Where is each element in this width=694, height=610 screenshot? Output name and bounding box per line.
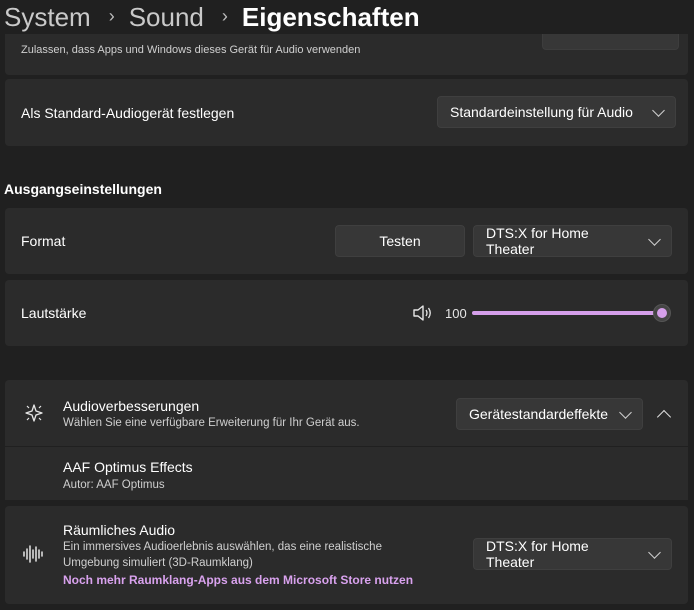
spatial-title: Räumliches Audio: [63, 522, 176, 538]
format-value: DTS:X for Home Theater: [486, 225, 589, 257]
spatial-value: DTS:X for Home Theater: [486, 538, 589, 570]
enhancements-card: Audioverbesserungen Wählen Sie eine verf…: [5, 380, 688, 446]
allow-apps-button[interactable]: [542, 34, 679, 50]
sparkle-icon: [25, 404, 43, 422]
chevron-up-icon: [656, 409, 672, 424]
effect-card: AAF Optimus Effects Autor: AAF Optimus: [5, 447, 688, 500]
effect-author: Autor: AAF Optimus: [63, 479, 165, 491]
enhancements-value: Gerätestandardeffekte: [469, 406, 609, 422]
default-device-card: Als Standard-Audiogerät festlegen Standa…: [5, 79, 688, 146]
chevron-right-icon: ›: [108, 5, 115, 26]
default-device-label: Als Standard-Audiogerät festlegen: [21, 105, 235, 121]
breadcrumb-sound[interactable]: Sound: [129, 2, 204, 33]
volume-slider-thumb-dot: [657, 308, 667, 318]
speaker-icon[interactable]: [412, 303, 434, 323]
spatial-description-2: Umgebung simuliert (3D-Raumklang): [63, 557, 253, 569]
default-device-value: Standardeinstellung für Audio: [450, 104, 633, 120]
section-title-output: Ausgangseinstellungen: [4, 181, 162, 197]
test-button[interactable]: Testen: [335, 225, 465, 257]
format-dropdown[interactable]: DTS:X for Home Theater: [473, 225, 672, 257]
effect-title: AAF Optimus Effects: [63, 459, 193, 475]
spatial-dropdown[interactable]: DTS:X for Home Theater: [473, 538, 672, 570]
allow-apps-text: Zulassen, dass Apps und Windows dieses G…: [21, 44, 361, 56]
chevron-down-icon: [648, 232, 661, 246]
collapse-button[interactable]: [654, 404, 674, 424]
volume-slider-thumb[interactable]: [653, 304, 671, 322]
format-label: Format: [21, 233, 66, 249]
chevron-down-icon: [648, 545, 661, 559]
store-link[interactable]: Noch mehr Raumklang-Apps aus dem Microso…: [63, 573, 413, 587]
chevron-down-icon: [652, 103, 665, 117]
volume-slider-track[interactable]: [472, 311, 662, 315]
page-title: Eigenschaften: [241, 1, 420, 32]
chevron-down-icon: [619, 405, 632, 419]
spatial-description-1: Ein immersives Audioerlebnis auswählen, …: [63, 541, 382, 553]
format-card: Format Testen DTS:X for Home Theater: [5, 208, 688, 274]
breadcrumb-system[interactable]: System: [4, 2, 91, 33]
default-device-dropdown[interactable]: Standardeinstellung für Audio: [437, 96, 676, 128]
enhancements-dropdown[interactable]: Gerätestandardeffekte: [456, 398, 643, 430]
enhancements-description: Wählen Sie eine verfügbare Erweiterung f…: [63, 417, 360, 429]
breadcrumb: System › Sound › Eigenschaften: [4, 0, 420, 34]
enhancements-title: Audioverbesserungen: [63, 398, 200, 414]
volume-value: 100: [445, 306, 467, 321]
chevron-right-icon: ›: [221, 5, 228, 26]
waveform-icon: [23, 545, 43, 563]
allow-apps-card-clip: Zulassen, dass Apps und Windows dieses G…: [0, 34, 694, 76]
volume-label: Lautstärke: [21, 305, 87, 321]
allow-apps-card: Zulassen, dass Apps und Windows dieses G…: [5, 34, 688, 75]
spatial-card: Räumliches Audio Ein immersives Audioerl…: [5, 506, 688, 604]
